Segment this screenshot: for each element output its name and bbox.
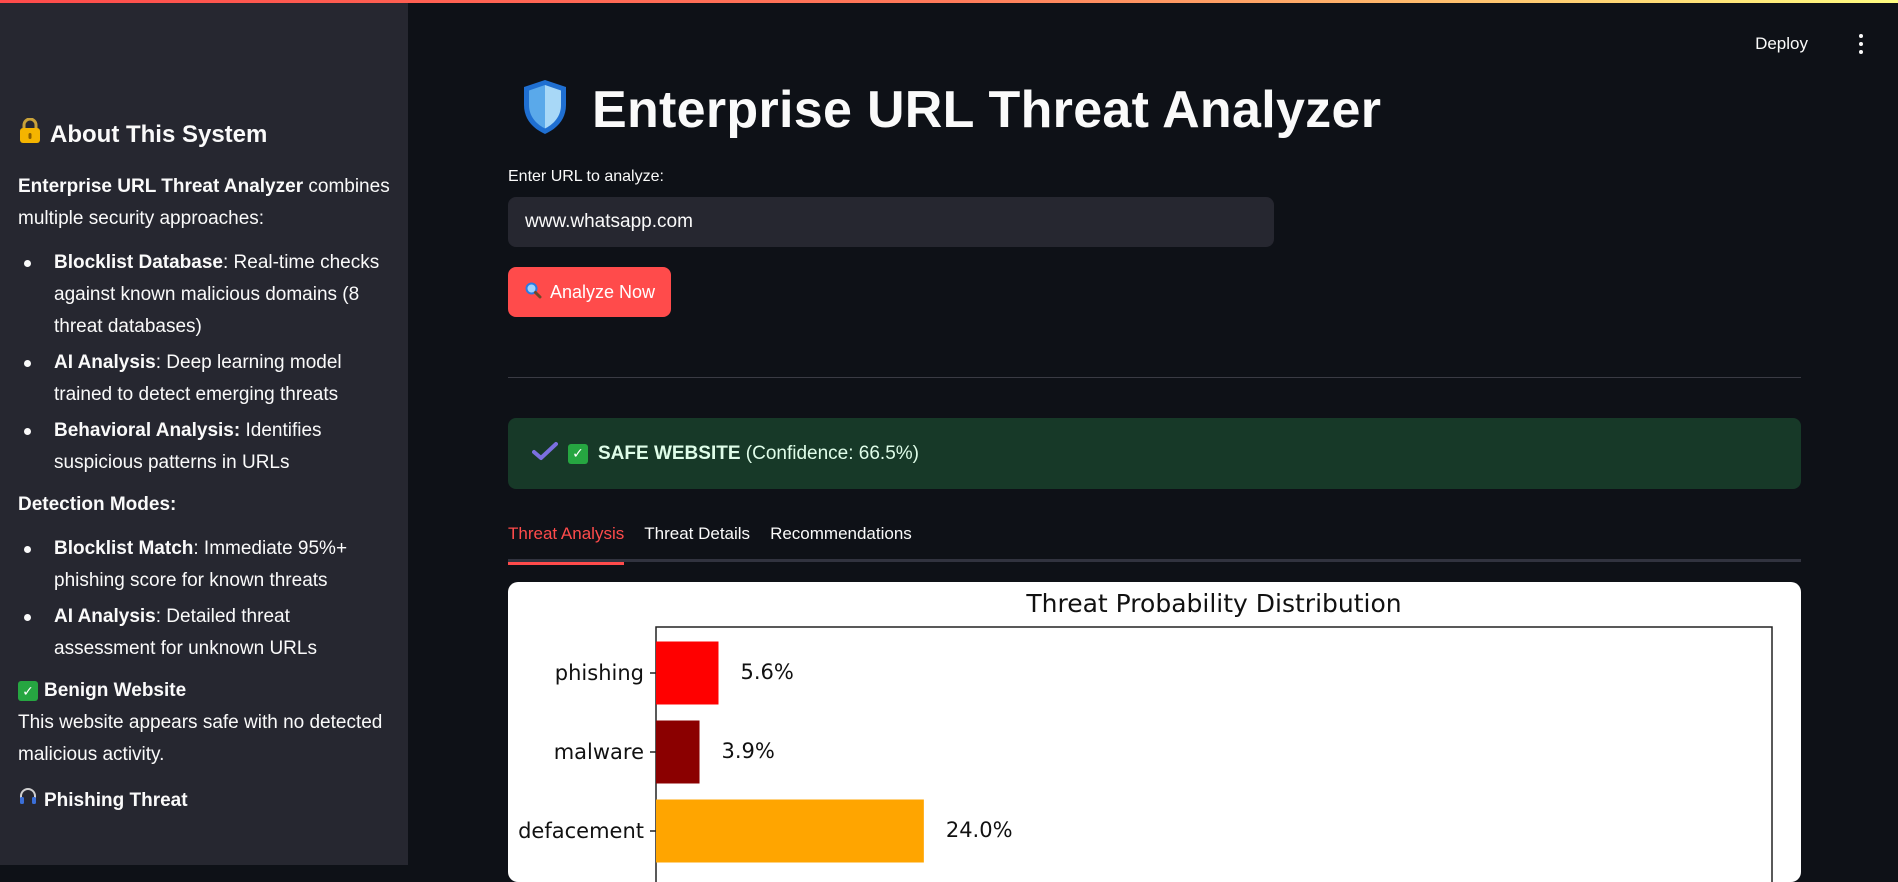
url-input[interactable] xyxy=(508,197,1274,247)
result-tabs: Threat Analysis Threat Details Recommend… xyxy=(508,522,1801,565)
data-label-malware: 3.9% xyxy=(722,739,775,763)
benign-text: This website appears safe with no detect… xyxy=(18,712,383,765)
check-box-icon: ✓ xyxy=(568,443,588,464)
alert-status: SAFE WEBSITE xyxy=(598,442,741,464)
page-title: Enterprise URL Threat Analyzer xyxy=(520,78,1381,141)
list-item: Blocklist Database: Real-time checks aga… xyxy=(18,247,390,343)
headphones-icon xyxy=(18,785,38,817)
alert-confidence: (Confidence: 66.5%) xyxy=(740,442,920,464)
phishing-heading: Phishing Threat xyxy=(18,785,390,817)
list-item: AI Analysis: Deep learning model trained… xyxy=(18,347,390,411)
approach-name: Blocklist Database xyxy=(54,252,223,273)
list-item: AI Analysis: Detailed threat assessment … xyxy=(18,601,390,665)
approaches-list: Blocklist Database: Real-time checks aga… xyxy=(18,247,390,479)
tab-recommendations[interactable]: Recommendations xyxy=(770,522,912,562)
url-label: Enter URL to analyze: xyxy=(508,168,664,185)
sidebar-intro: Enterprise URL Threat Analyzer combines … xyxy=(18,171,390,235)
tab-threat-details[interactable]: Threat Details xyxy=(644,522,750,562)
benign-heading: ✓ Benign Website xyxy=(18,675,390,707)
phishing-title: Phishing Threat xyxy=(44,790,188,811)
success-alert: ✓ SAFE WEBSITE (Confidence: 66.5%) xyxy=(508,418,1801,489)
approach-name: AI Analysis xyxy=(54,352,156,373)
approach-name: Behavioral Analysis: xyxy=(54,420,241,441)
list-item: Blocklist Match: Immediate 95%+ phishing… xyxy=(18,533,390,597)
deploy-button[interactable]: Deploy xyxy=(1755,34,1808,54)
divider xyxy=(508,377,1801,378)
intro-bold: Enterprise URL Threat Analyzer xyxy=(18,176,304,197)
benign-title: Benign Website xyxy=(44,680,187,701)
data-label-defacement: 24.0% xyxy=(946,818,1013,842)
lock-icon xyxy=(18,117,42,151)
chart-svg: Threat Probability Distribution phishing 5… xyxy=(518,589,1773,882)
more-options-icon[interactable] xyxy=(1858,34,1864,54)
top-decoration-bar xyxy=(0,0,1898,3)
analyze-label: Analyze Now xyxy=(550,281,656,302)
bar-defacement xyxy=(656,799,924,863)
list-item: Behavioral Analysis: Identifies suspicio… xyxy=(18,415,390,479)
bar-phishing xyxy=(656,641,719,705)
tab-threat-analysis[interactable]: Threat Analysis xyxy=(508,522,625,565)
magnifier-icon xyxy=(524,281,542,304)
check-icon: ✓ xyxy=(18,681,38,701)
tick-label-malware: malware xyxy=(554,740,644,764)
threat-chart: Threat Probability Distribution phishing 5… xyxy=(508,582,1801,882)
sidebar-title-text: About This System xyxy=(50,120,268,148)
checkmark-icon xyxy=(532,441,558,467)
shield-icon xyxy=(520,78,570,141)
analyze-button[interactable]: Analyze Now xyxy=(508,267,672,317)
modes-list: Blocklist Match: Immediate 95%+ phishing… xyxy=(18,533,390,665)
data-label-phishing: 5.6% xyxy=(740,660,793,684)
chart-title: Threat Probability Distribution xyxy=(1025,589,1401,618)
sidebar: About This System Enterprise URL Threat … xyxy=(0,0,408,865)
tick-label-defacement: defacement xyxy=(518,819,644,843)
sidebar-title: About This System xyxy=(18,117,390,151)
mode-name: Blocklist Match xyxy=(54,538,194,559)
page-title-text: Enterprise URL Threat Analyzer xyxy=(592,80,1382,139)
bar-malware xyxy=(656,720,700,784)
alert-text: SAFE WEBSITE (Confidence: 66.5%) xyxy=(598,443,919,465)
detection-modes-heading: Detection Modes: xyxy=(18,494,177,515)
main-area: Deploy Enterprise URL Threat Analyzer En… xyxy=(408,0,1898,882)
mode-name: AI Analysis xyxy=(54,606,156,627)
tick-label-phishing: phishing xyxy=(555,661,644,685)
